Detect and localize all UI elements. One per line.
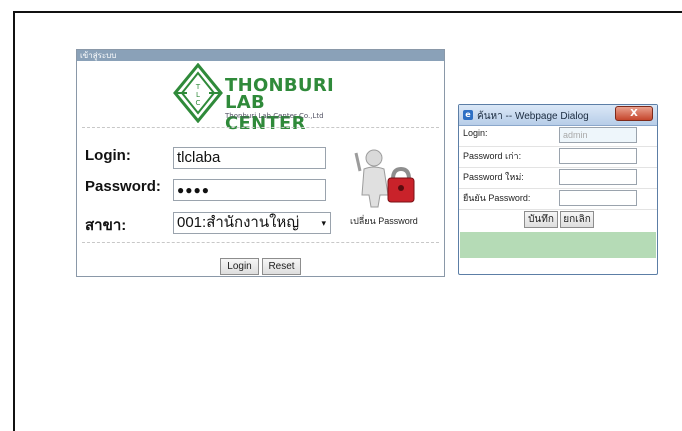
cancel-button[interactable]: ยกเลิก xyxy=(560,211,594,228)
login-panel: เข้าสู่ระบบ T L C THONBURI LAB CENTER Th… xyxy=(76,49,445,277)
branch-select-value: 001:สำนักงานใหญ่ xyxy=(177,214,300,231)
password-label: Password: xyxy=(85,178,161,195)
branch-label: สาขา: xyxy=(85,217,127,234)
svg-text:L: L xyxy=(196,91,200,99)
dialog-old-password-label: Password เก่า: xyxy=(463,151,522,161)
dialog-status-bar xyxy=(460,232,656,258)
dialog-row-confirm-password: ยืนยัน Password: xyxy=(459,188,657,209)
password-input[interactable]: ●●●● xyxy=(173,179,326,201)
company-logo: T L C THONBURI LAB CENTER Thonburi Lab C… xyxy=(173,61,343,134)
dialog-confirm-password-label: ยืนยัน Password: xyxy=(463,193,531,203)
change-password-link[interactable]: เปลี่ยน Password xyxy=(350,214,418,228)
change-password-dialog: e ค้นหา -- Webpage Dialog X Login: admin… xyxy=(458,104,658,275)
panel-title: เข้าสู่ระบบ xyxy=(77,50,444,61)
dialog-row-old-password: Password เก่า: xyxy=(459,146,657,167)
person-lock-icon xyxy=(354,149,415,208)
svg-text:C: C xyxy=(196,99,201,107)
close-button[interactable]: X xyxy=(615,106,653,121)
dialog-row-login: Login: admin xyxy=(459,125,657,146)
logo-subtitle: Thonburi Lab Center Co.,Ltd xyxy=(225,112,324,120)
save-button[interactable]: บันทึก xyxy=(524,211,558,228)
browser-icon: e xyxy=(463,110,473,120)
change-password-graphic[interactable] xyxy=(354,145,424,225)
dialog-login-input[interactable]: admin xyxy=(559,127,637,143)
dialog-title: ค้นหา -- Webpage Dialog xyxy=(477,111,589,122)
divider xyxy=(82,127,439,128)
dialog-row-new-password: Password ใหม่: xyxy=(459,167,657,188)
tlc-emblem-icon: T L C xyxy=(173,63,223,123)
login-input[interactable]: tlclaba xyxy=(173,147,326,169)
chevron-down-icon: ▾ xyxy=(321,218,326,228)
svg-text:T: T xyxy=(195,83,201,91)
dialog-new-password-label: Password ใหม่: xyxy=(463,172,524,182)
dialog-titlebar[interactable]: e ค้นหา -- Webpage Dialog X xyxy=(459,105,657,126)
dialog-new-password-input[interactable] xyxy=(559,169,637,185)
reset-button[interactable]: Reset xyxy=(262,258,301,275)
dialog-confirm-password-input[interactable] xyxy=(559,190,637,206)
dialog-old-password-input[interactable] xyxy=(559,148,637,164)
login-button[interactable]: Login xyxy=(220,258,259,275)
login-label: Login: xyxy=(85,147,131,164)
row-separator xyxy=(459,209,657,210)
divider xyxy=(82,242,439,243)
branch-select[interactable]: 001:สำนักงานใหญ่ ▾ xyxy=(173,212,331,234)
dialog-login-label: Login: xyxy=(463,128,488,138)
